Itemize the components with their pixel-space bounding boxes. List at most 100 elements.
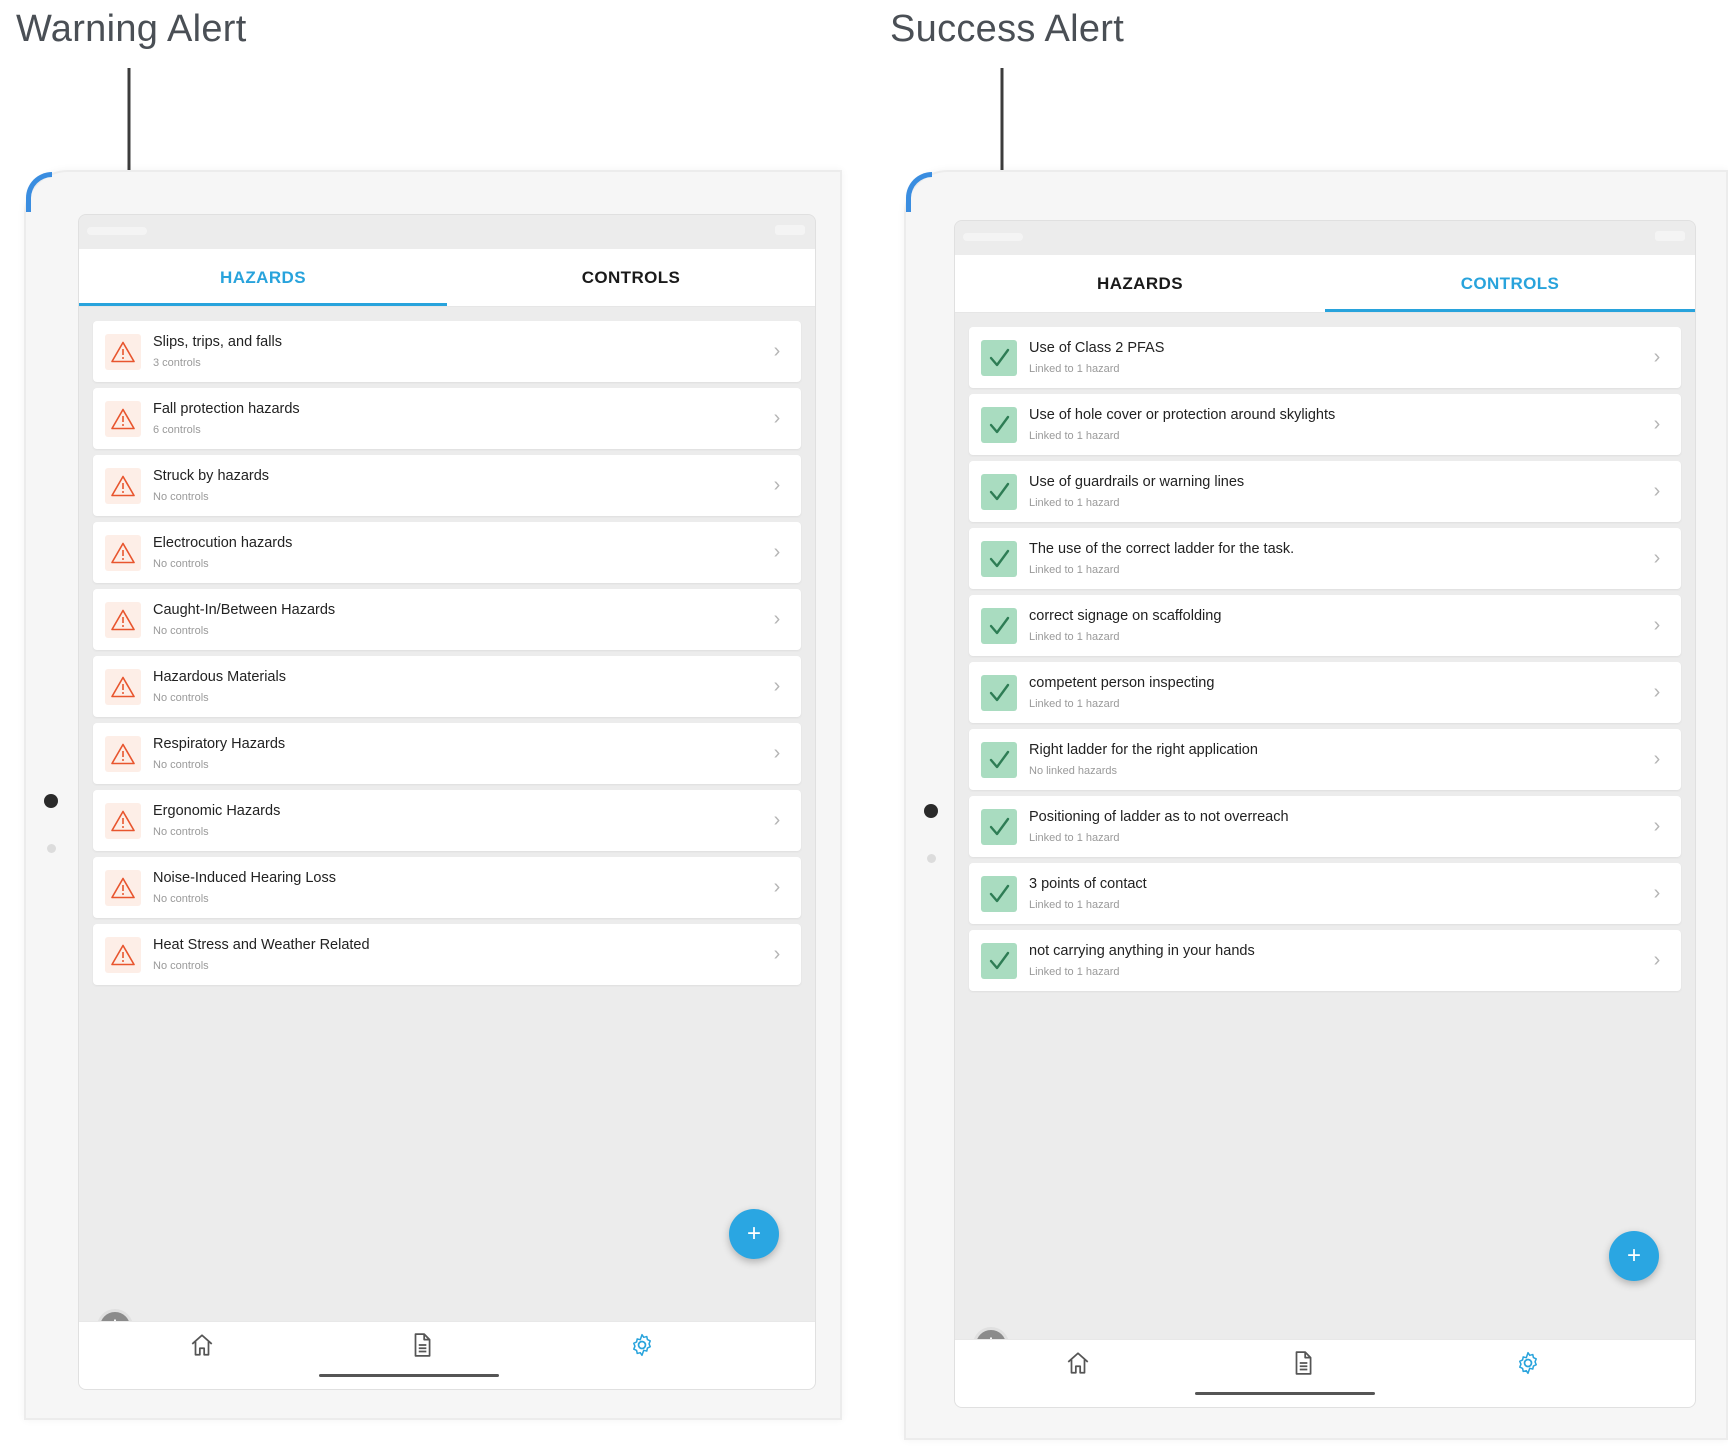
- list-item-text: Fall protection hazards 6 controls: [153, 401, 765, 436]
- list-item-subtitle: Linked to 1 hazard: [1029, 899, 1120, 911]
- chevron-right-icon: ›: [1653, 480, 1661, 502]
- list-item[interactable]: Positioning of ladder as to not overreac…: [969, 796, 1681, 857]
- list-item-title: Slips, trips, and falls: [153, 334, 282, 350]
- chevron-right-icon: ›: [773, 474, 781, 496]
- chevron-right-icon: ›: [1653, 547, 1661, 569]
- tab-controls[interactable]: CONTROLS: [1325, 255, 1695, 312]
- list-item-text: not carrying anything in your hands Linke…: [1029, 943, 1645, 978]
- device-edge-accent: [26, 172, 52, 212]
- home-icon[interactable]: [1065, 1350, 1091, 1376]
- list-item[interactable]: Electrocution hazards No controls ›: [93, 522, 801, 583]
- list-item[interactable]: not carrying anything in your hands Linke…: [969, 930, 1681, 991]
- list-item-subtitle: No controls: [153, 826, 209, 838]
- gear-icon[interactable]: [629, 1332, 655, 1358]
- list-item-subtitle: No controls: [153, 692, 209, 704]
- list-item-title: competent person inspecting: [1029, 675, 1215, 691]
- add-hazard-button[interactable]: +: [729, 1209, 779, 1259]
- list-item-title: Fall protection hazards: [153, 401, 300, 417]
- checkmark-icon: [981, 875, 1017, 912]
- chevron-right-icon: ›: [773, 340, 781, 362]
- list-item-text: Right ladder for the right application No…: [1029, 742, 1645, 777]
- list-item[interactable]: Caught-In/Between Hazards No controls ›: [93, 589, 801, 650]
- chevron-right-icon: ›: [1653, 815, 1661, 837]
- checkmark-icon: [981, 540, 1017, 577]
- warning-triangle-icon: [105, 467, 141, 504]
- list-item[interactable]: Respiratory Hazards No controls ›: [93, 723, 801, 784]
- status-indicators: [87, 227, 147, 235]
- list-item-title: Electrocution hazards: [153, 535, 293, 551]
- bottom-navigation: [955, 1339, 1695, 1407]
- list-item[interactable]: Struck by hazards No controls ›: [93, 455, 801, 516]
- add-control-button[interactable]: +: [1609, 1231, 1659, 1281]
- hazard-list: Slips, trips, and falls 3 controls › Fall p…: [79, 307, 815, 985]
- chevron-right-icon: ›: [1653, 614, 1661, 636]
- list-item-title: Noise-Induced Hearing Loss: [153, 870, 336, 886]
- list-item-text: competent person inspecting Linked to 1 h…: [1029, 675, 1645, 710]
- list-item[interactable]: Hazardous Materials No controls ›: [93, 656, 801, 717]
- list-item-title: Hazardous Materials: [153, 669, 286, 685]
- checkmark-icon: [981, 607, 1017, 644]
- list-item-text: Heat Stress and Weather Related No contro…: [153, 937, 765, 972]
- list-item-text: Electrocution hazards No controls: [153, 535, 765, 570]
- checkmark-icon: [981, 406, 1017, 443]
- list-item-subtitle: No controls: [153, 960, 209, 972]
- device-edge-accent: [906, 172, 932, 212]
- list-item-text: Use of hole cover or protection around s…: [1029, 407, 1645, 442]
- list-item-subtitle: Linked to 1 hazard: [1029, 698, 1120, 710]
- list-item-title: Positioning of ladder as to not overreac…: [1029, 809, 1289, 825]
- home-icon[interactable]: [189, 1332, 215, 1358]
- document-icon[interactable]: [409, 1332, 435, 1358]
- chevron-right-icon: ›: [773, 407, 781, 429]
- list-item[interactable]: Use of hole cover or protection around s…: [969, 394, 1681, 455]
- checkmark-icon: [981, 674, 1017, 711]
- list-item-subtitle: Linked to 1 hazard: [1029, 631, 1120, 643]
- list-item[interactable]: Right ladder for the right application No…: [969, 729, 1681, 790]
- list-item-subtitle: Linked to 1 hazard: [1029, 363, 1120, 375]
- control-list: Use of Class 2 PFAS Linked to 1 hazard › Us…: [955, 313, 1695, 991]
- tablet-frame-left: HAZARDS CONTROLS Slips, trips, and falls…: [24, 170, 842, 1420]
- list-item-subtitle: 6 controls: [153, 424, 201, 436]
- app-screen-left: HAZARDS CONTROLS Slips, trips, and falls…: [78, 214, 816, 1390]
- list-item[interactable]: Use of guardrails or warning lines Linked…: [969, 461, 1681, 522]
- list-item[interactable]: competent person inspecting Linked to 1 h…: [969, 662, 1681, 723]
- gear-icon[interactable]: [1515, 1350, 1541, 1376]
- list-item[interactable]: The use of the correct ladder for the ta…: [969, 528, 1681, 589]
- chevron-right-icon: ›: [1653, 949, 1661, 971]
- sensor-dot: [47, 844, 56, 853]
- list-item-subtitle: No linked hazards: [1029, 765, 1118, 777]
- list-item[interactable]: Noise-Induced Hearing Loss No controls ›: [93, 857, 801, 918]
- list-item-subtitle: Linked to 1 hazard: [1029, 430, 1120, 442]
- list-item-text: Slips, trips, and falls 3 controls: [153, 334, 765, 369]
- list-item[interactable]: Use of Class 2 PFAS Linked to 1 hazard ›: [969, 327, 1681, 388]
- caption-success-alert: Success Alert: [890, 8, 1125, 50]
- tab-hazards[interactable]: HAZARDS: [79, 249, 447, 306]
- list-item-text: Noise-Induced Hearing Loss No controls: [153, 870, 765, 905]
- list-item-subtitle: No controls: [153, 893, 209, 905]
- list-item-subtitle: No controls: [153, 625, 209, 637]
- list-item[interactable]: Fall protection hazards 6 controls ›: [93, 388, 801, 449]
- warning-triangle-icon: [105, 735, 141, 772]
- list-item-title: Struck by hazards: [153, 468, 270, 484]
- list-item-text: Ergonomic Hazards No controls: [153, 803, 765, 838]
- list-item-text: 3 points of contact Linked to 1 hazard: [1029, 876, 1645, 911]
- list-item[interactable]: correct signage on scaffolding Linked to …: [969, 595, 1681, 656]
- tab-hazards[interactable]: HAZARDS: [955, 255, 1325, 312]
- list-item-text: Caught-In/Between Hazards No controls: [153, 602, 765, 637]
- tab-controls[interactable]: CONTROLS: [447, 249, 815, 306]
- document-icon[interactable]: [1290, 1350, 1316, 1376]
- list-item-title: not carrying anything in your hands: [1029, 943, 1255, 959]
- list-item-text: Use of guardrails or warning lines Linked…: [1029, 474, 1645, 509]
- list-item[interactable]: Heat Stress and Weather Related No contro…: [93, 924, 801, 985]
- sensor-dot: [927, 854, 936, 863]
- list-item-subtitle: Linked to 1 hazard: [1029, 832, 1120, 844]
- home-indicator: [1195, 1392, 1375, 1395]
- list-item[interactable]: Ergonomic Hazards No controls ›: [93, 790, 801, 851]
- list-item[interactable]: 3 points of contact Linked to 1 hazard ›: [969, 863, 1681, 924]
- chevron-right-icon: ›: [773, 876, 781, 898]
- list-item[interactable]: Slips, trips, and falls 3 controls ›: [93, 321, 801, 382]
- chevron-right-icon: ›: [1653, 413, 1661, 435]
- status-bar: [79, 215, 815, 249]
- list-item-subtitle: Linked to 1 hazard: [1029, 966, 1120, 978]
- list-item-title: Respiratory Hazards: [153, 736, 286, 752]
- list-item-text: correct signage on scaffolding Linked to …: [1029, 608, 1645, 643]
